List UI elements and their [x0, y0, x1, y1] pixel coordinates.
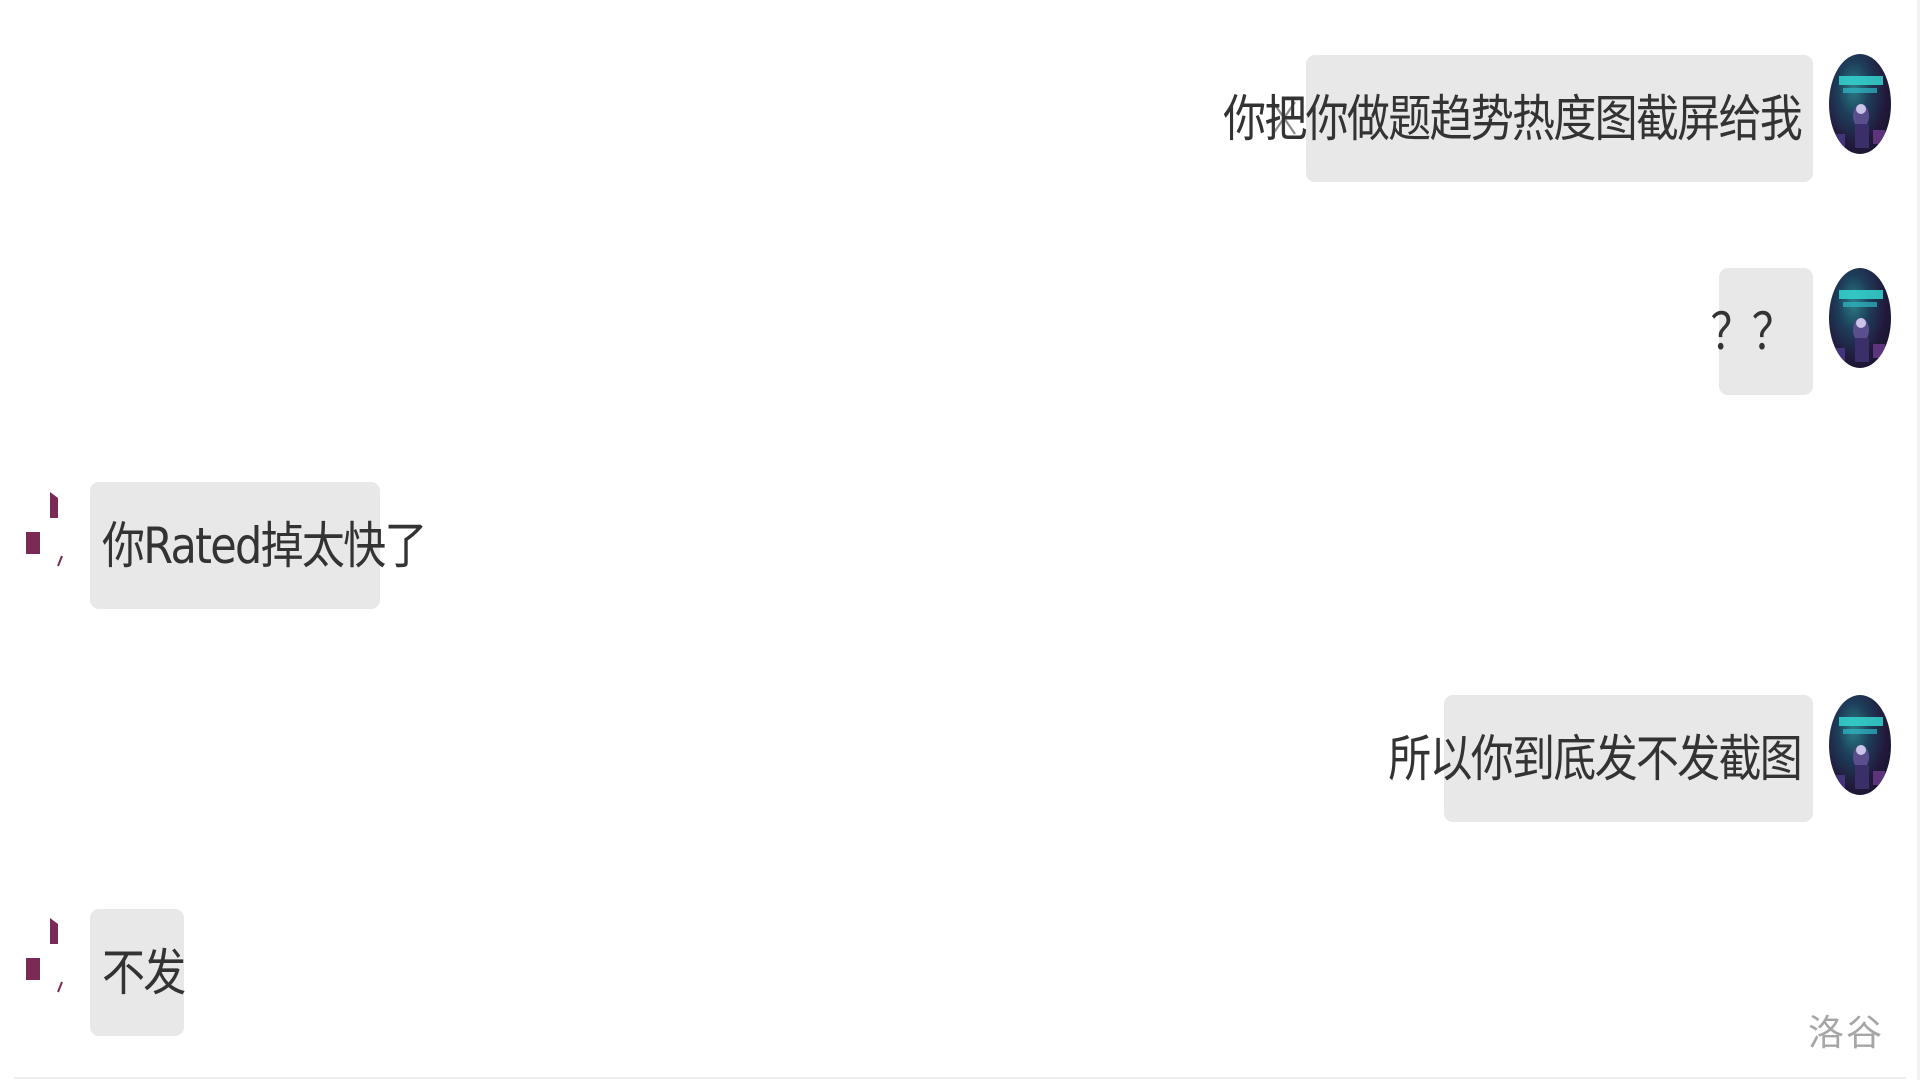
chat-window: 你把你做题趋势热度图截屏给我 ？？ 你Rated掉太快了 所以你到底发不发截图 …	[0, 0, 1920, 1080]
message-bubble: 你把你做题趋势热度图截屏给我	[1223, 55, 1813, 182]
message-bubble: 所以你到底发不发截图	[1388, 695, 1813, 822]
message-bubble: 你Rated掉太快了	[90, 482, 427, 609]
avatar-other[interactable]	[26, 488, 86, 578]
watermark-text: 洛谷	[1807, 1013, 1884, 1054]
message-text: 不发	[102, 943, 186, 1002]
message-text: 你把你做题趋势热度图截屏给我	[1223, 89, 1803, 148]
message-text: 所以你到底发不发截图	[1388, 729, 1803, 788]
message-text: 你Rated掉太快了	[102, 516, 427, 575]
avatar-self[interactable]	[1829, 54, 1891, 154]
message-bubble: ？？	[1710, 268, 1813, 395]
avatar-self[interactable]	[1829, 695, 1891, 795]
message-bubble: 不发	[90, 909, 186, 1036]
avatar-other[interactable]	[26, 914, 86, 1004]
divider	[14, 1077, 1906, 1079]
message-text: ？？	[1710, 302, 1794, 361]
avatar-self[interactable]	[1829, 268, 1891, 368]
